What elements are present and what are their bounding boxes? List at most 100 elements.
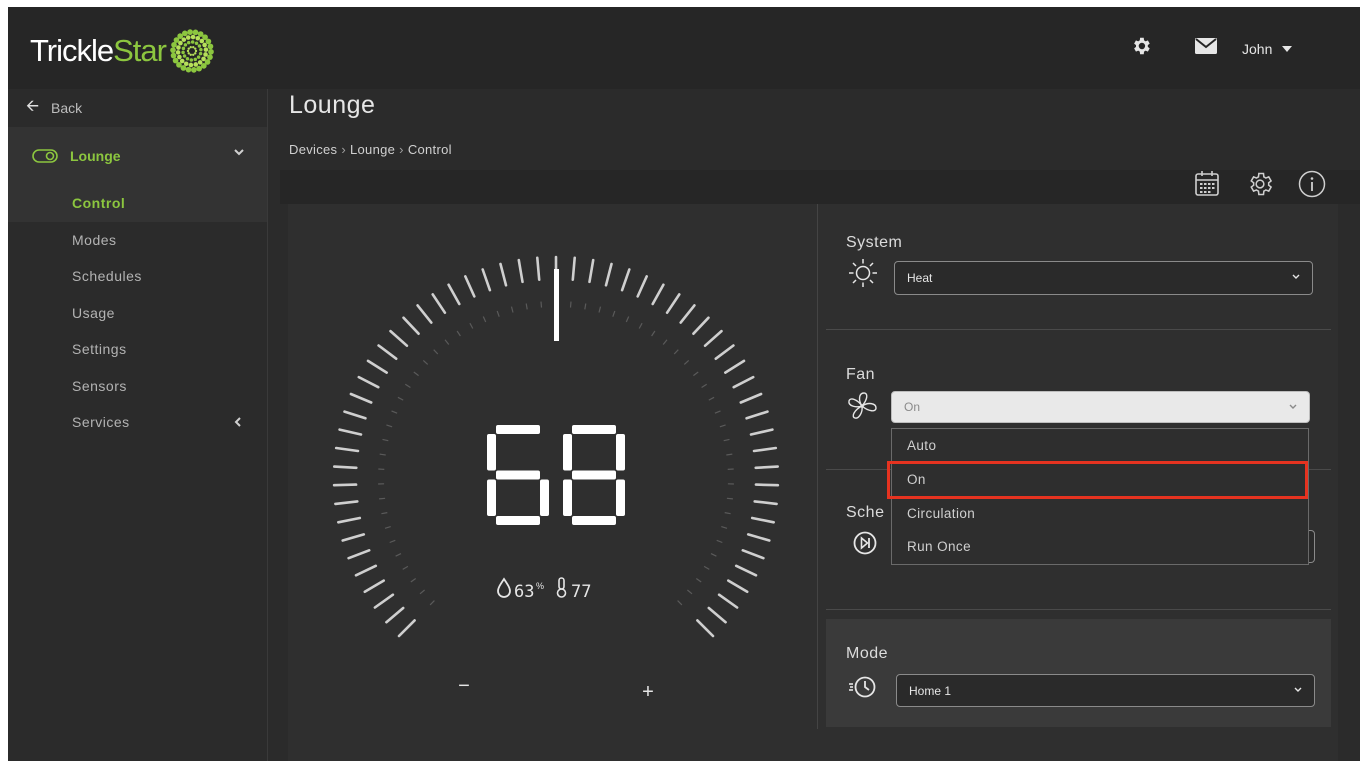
digit-segment [496, 516, 540, 525]
dial-tick [389, 329, 409, 347]
thermostat-dial[interactable]: 63 % 77 − + [316, 239, 796, 719]
fan-value: On [904, 400, 921, 414]
dial-minor-tick [391, 410, 398, 414]
dial-minor-tick [584, 303, 587, 310]
breadcrumb-control: Control [407, 142, 452, 157]
device-name: Lounge [70, 148, 121, 164]
dial-tick [517, 258, 524, 284]
dial-tick [349, 392, 373, 404]
dial-minor-tick [726, 497, 733, 500]
system-value: Heat [907, 271, 933, 285]
dial-tick [338, 428, 363, 436]
dial-minor-tick [724, 512, 731, 515]
fan-option-run-once[interactable]: Run Once [892, 530, 1308, 564]
sidebar-item-label: Usage [72, 304, 115, 321]
dial-tick [636, 275, 649, 298]
humidity-readout: 63 % [497, 577, 544, 602]
sidebar-item-usage[interactable]: Usage [8, 294, 267, 331]
digit-segment [487, 479, 496, 516]
dial-minor-tick [433, 349, 439, 355]
system-select[interactable]: Heat [894, 261, 1313, 295]
chevron-left-icon[interactable] [234, 417, 241, 427]
fan-label: Fan [846, 366, 876, 383]
sidebar-item-services[interactable]: Services [8, 404, 267, 441]
mode-select[interactable]: Home 1 [896, 674, 1315, 707]
back-label: Back [51, 100, 83, 116]
sidebar-item-label: Services [72, 414, 130, 431]
dial-minor-tick [687, 589, 693, 595]
back-link[interactable]: 🡨 Back [8, 89, 267, 127]
dial-tick [499, 262, 508, 287]
calendar-icon[interactable] [1194, 170, 1220, 198]
breadcrumb-devices[interactable]: Devices [289, 142, 337, 157]
dial-minor-tick [429, 600, 435, 606]
dial-ticks [332, 255, 780, 638]
dial-minor-tick [397, 396, 404, 401]
increase-button[interactable]: + [642, 681, 654, 703]
dial-tick [723, 359, 746, 374]
dial-tick [354, 564, 378, 577]
panel-divider [817, 204, 818, 729]
dial-minor-tick [716, 539, 723, 544]
dial-minor-tick [612, 310, 616, 317]
user-menu[interactable]: John [1242, 41, 1293, 57]
logo[interactable]: TrickleStar [30, 29, 214, 73]
digit-segment [572, 470, 616, 480]
setpoint-display [487, 425, 625, 525]
temperature-readout: 77 [556, 577, 591, 602]
dial-minor-tick [721, 526, 728, 529]
sidebar-item-modes[interactable]: Modes [8, 221, 267, 258]
dial-minor-tick [625, 316, 630, 323]
dial-tick [336, 516, 362, 524]
sidebar: 🡨 Back Lounge Control Modes Schedules Us… [8, 89, 268, 761]
dial-tick [703, 329, 723, 347]
sidebar-item-sensors[interactable]: Sensors [8, 367, 267, 404]
fan-select[interactable]: On [891, 391, 1310, 423]
dial-minor-tick [395, 553, 402, 557]
dial-minor-tick [569, 301, 572, 308]
top-bar: TrickleStar John [8, 7, 1360, 89]
dial-tick [357, 375, 380, 389]
device-group-lounge[interactable]: Lounge [8, 127, 267, 185]
dial-minor-tick [710, 553, 717, 557]
info-icon[interactable] [1298, 170, 1326, 198]
sidebar-item-settings[interactable]: Settings [8, 331, 267, 368]
dial-tick [397, 619, 416, 638]
dial-minor-tick [677, 600, 683, 606]
digit-segment [572, 516, 616, 525]
sidebar-item-control[interactable]: Control [8, 185, 267, 222]
skip-icon [853, 531, 877, 555]
gear-icon[interactable] [1130, 35, 1152, 57]
dial-tick [416, 304, 433, 324]
fan-option-circulation[interactable]: Circulation [892, 496, 1308, 530]
digit-segment [540, 479, 549, 516]
mail-icon[interactable] [1195, 38, 1217, 54]
chevron-down-icon[interactable] [234, 149, 244, 156]
dial-tick [692, 316, 710, 335]
sidebar-item-label: Schedules [72, 268, 142, 285]
settings-icon[interactable] [1246, 170, 1274, 198]
dial-tick [431, 293, 447, 314]
dial-tick [749, 428, 774, 436]
sidebar-item-schedules[interactable]: Schedules [8, 258, 267, 295]
dial-minor-tick [482, 316, 487, 323]
breadcrumb-lounge[interactable]: Lounge [350, 142, 395, 157]
dial-minor-tick [723, 438, 730, 442]
dial-tick [741, 548, 765, 560]
decrease-button[interactable]: − [458, 675, 470, 697]
dial-tick [332, 483, 358, 487]
dial-minor-tick [693, 371, 699, 377]
dial-tick [714, 344, 735, 360]
dial-minor-tick [422, 359, 429, 365]
mode-label: Mode [846, 645, 889, 662]
dial-tick [734, 564, 758, 577]
mode-value: Home 1 [909, 683, 952, 698]
breadcrumb: Devices › Lounge › Control [289, 142, 452, 157]
dial-minor-tick [496, 310, 500, 317]
user-name: John [1242, 41, 1273, 57]
dial-minor-tick [695, 578, 702, 583]
fan-option-auto[interactable]: Auto [892, 429, 1308, 463]
humidity-value: 63 [514, 582, 534, 602]
dial-tick [665, 293, 681, 314]
dial-tick [696, 619, 715, 638]
